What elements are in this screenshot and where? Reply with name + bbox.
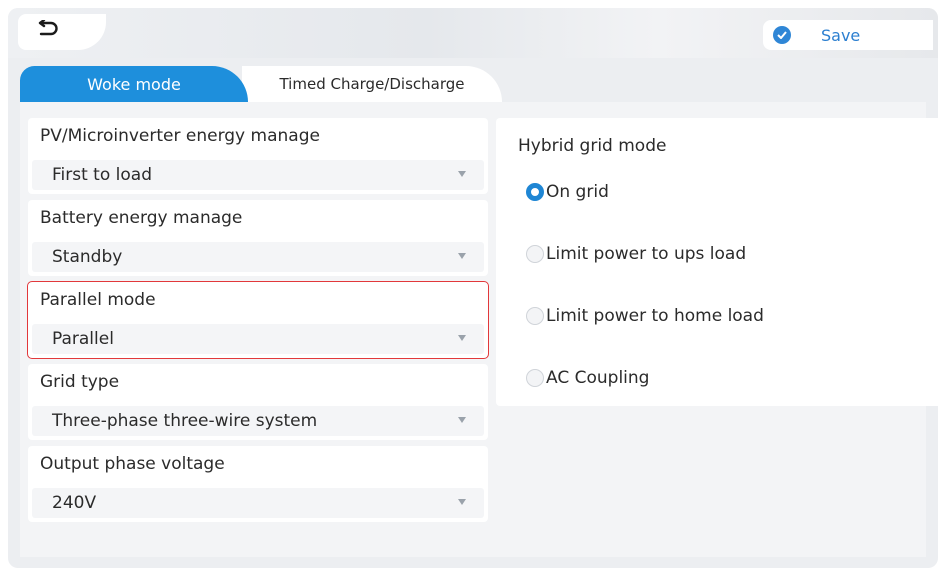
field-label: Output phase voltage — [40, 454, 225, 474]
settings-screen: Save Timed Charge/Discharge Woke mode PV… — [8, 8, 938, 568]
save-button[interactable]: Save — [763, 20, 933, 50]
grid-type-select[interactable]: Three-phase three-wire system — [32, 406, 484, 436]
dropdown-caret-icon — [458, 171, 466, 177]
radio-unchecked-icon — [526, 245, 544, 263]
grid-type-field: Grid type Three-phase three-wire system — [28, 364, 488, 440]
output-phase-voltage-field: Output phase voltage 240V — [28, 446, 488, 522]
back-arrow-icon — [36, 18, 58, 44]
check-icon — [773, 26, 791, 44]
select-value: 240V — [52, 493, 97, 513]
output-phase-voltage-select[interactable]: 240V — [32, 488, 484, 518]
settings-content: PV/Microinverter energy manage First to … — [20, 102, 938, 557]
radio-limit-power-ups-load[interactable]: Limit power to ups load — [526, 244, 746, 264]
tab-woke-mode[interactable]: Woke mode — [20, 66, 248, 102]
field-label: Battery energy manage — [40, 208, 243, 228]
dropdown-caret-icon — [458, 417, 466, 423]
dropdown-caret-icon — [458, 335, 466, 341]
mode-tabs: Timed Charge/Discharge Woke mode — [20, 66, 926, 102]
save-label: Save — [821, 25, 861, 45]
select-value: Parallel — [52, 329, 114, 349]
hybrid-grid-mode-panel: Hybrid grid mode On grid Limit power to … — [496, 118, 938, 406]
parallel-mode-field: Parallel mode Parallel — [27, 281, 489, 359]
radio-label: On grid — [546, 182, 609, 202]
back-button[interactable] — [18, 14, 106, 50]
radio-label: Limit power to ups load — [546, 244, 747, 264]
battery-energy-manage-field: Battery energy manage Standby — [28, 200, 488, 276]
field-label: Parallel mode — [40, 290, 156, 310]
battery-energy-manage-select[interactable]: Standby — [32, 242, 484, 272]
radio-ac-coupling[interactable]: AC Coupling — [526, 368, 649, 388]
field-label: Grid type — [40, 372, 120, 392]
radio-label: Limit power to home load — [546, 306, 764, 326]
select-value: First to load — [52, 165, 152, 185]
field-label: PV/Microinverter energy manage — [40, 126, 320, 146]
pv-energy-manage-field: PV/Microinverter energy manage First to … — [28, 118, 488, 194]
select-value: Standby — [52, 247, 123, 267]
radio-checked-icon — [526, 183, 544, 201]
radio-on-grid[interactable]: On grid — [526, 182, 609, 202]
radio-limit-power-home-load[interactable]: Limit power to home load — [526, 306, 764, 326]
top-bar: Save — [8, 8, 938, 58]
radio-unchecked-icon — [526, 307, 544, 325]
pv-energy-manage-select[interactable]: First to load — [32, 160, 484, 190]
panel-title: Hybrid grid mode — [518, 136, 667, 156]
select-value: Three-phase three-wire system — [52, 411, 318, 431]
tab-timed-charge-discharge[interactable]: Timed Charge/Discharge — [242, 66, 502, 102]
radio-unchecked-icon — [526, 369, 544, 387]
radio-label: AC Coupling — [546, 368, 650, 388]
parallel-mode-select[interactable]: Parallel — [32, 324, 484, 354]
dropdown-caret-icon — [458, 253, 466, 259]
dropdown-caret-icon — [458, 499, 466, 505]
